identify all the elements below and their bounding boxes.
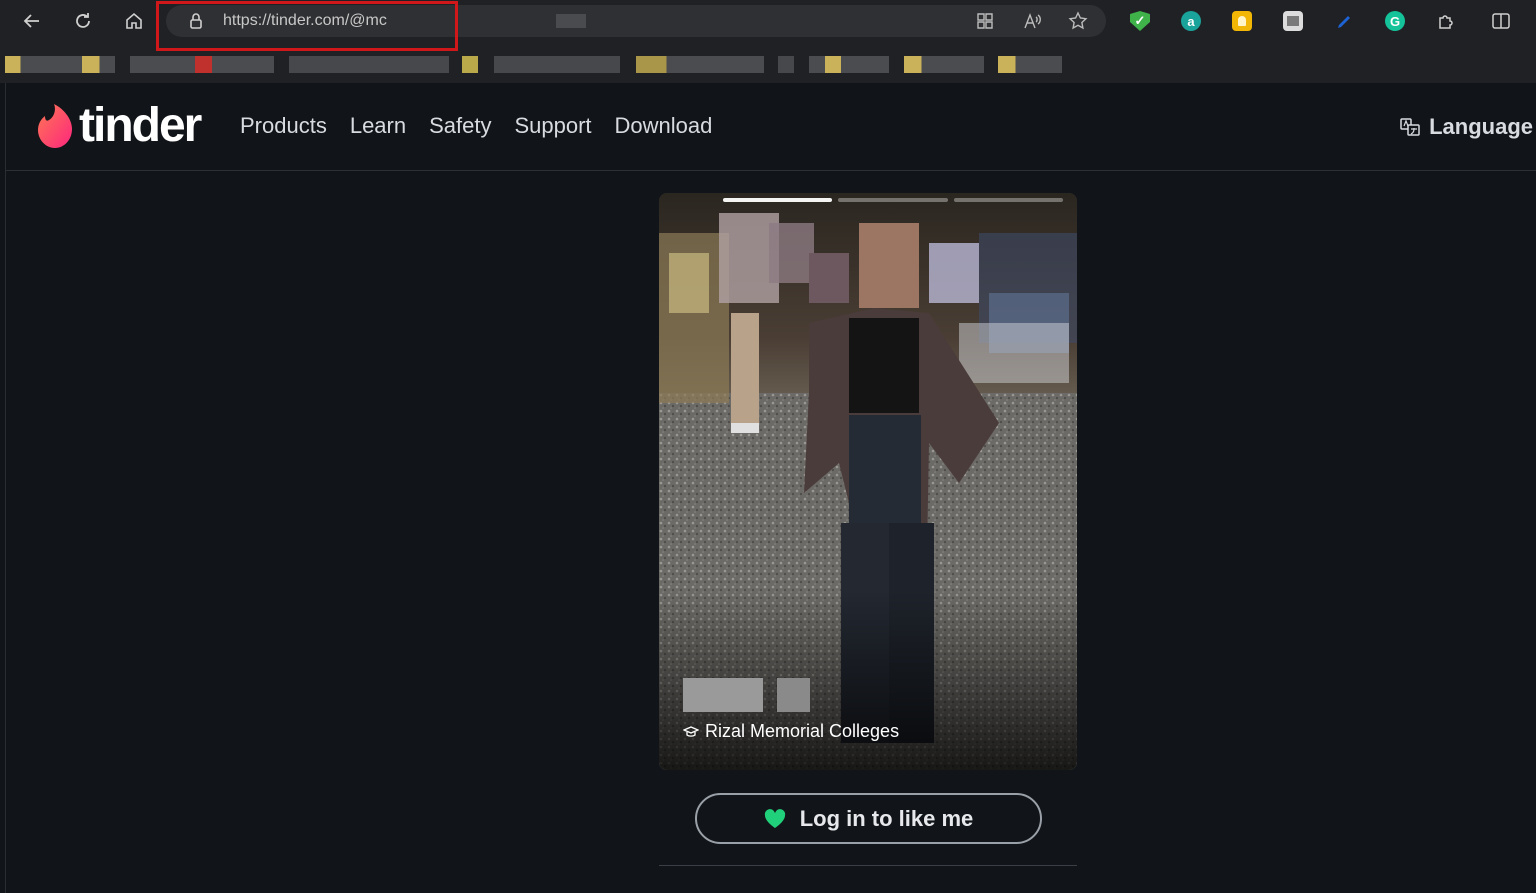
login-to-like-button[interactable]: Log in to like me: [695, 793, 1042, 844]
url-redaction: [556, 14, 586, 28]
photo-progress: [723, 198, 1063, 202]
bookmark-item[interactable]: [778, 56, 794, 73]
tinder-page: tinder Products Learn Safety Support Dow…: [5, 83, 1536, 893]
amazon-assistant-icon[interactable]: a: [1181, 11, 1201, 31]
photo-indicator[interactable]: [838, 198, 948, 202]
bookmark-item[interactable]: [130, 56, 274, 73]
photo-indicator[interactable]: [953, 198, 1063, 202]
nav-learn[interactable]: Learn: [350, 113, 406, 139]
bookmark-item[interactable]: [289, 56, 449, 73]
login-to-like-label: Log in to like me: [799, 805, 974, 831]
reload-icon: [76, 13, 90, 28]
split-screen-icon[interactable]: [1491, 11, 1511, 31]
read-aloud-icon[interactable]: [1022, 11, 1042, 31]
nav-safety[interactable]: Safety: [429, 113, 491, 139]
heart-icon: [764, 808, 785, 828]
bookmark-item[interactable]: [462, 56, 478, 73]
site-header: tinder Products Learn Safety Support Dow…: [6, 83, 1536, 171]
home-icon: [126, 12, 142, 29]
browser-chrome: https://tinder.com/@mc ✓ a G: [0, 0, 1536, 83]
nav-support[interactable]: Support: [514, 113, 591, 139]
extensions-puzzle-icon[interactable]: [1436, 11, 1456, 31]
shield-extension-icon[interactable]: ✓: [1130, 11, 1150, 31]
bookmark-item[interactable]: [5, 56, 115, 73]
tinder-logo[interactable]: tinder: [36, 99, 202, 152]
translate-icon: [1400, 118, 1420, 136]
back-icon: [23, 14, 39, 28]
age-redaction: [777, 678, 810, 712]
reload-button[interactable]: [68, 6, 98, 36]
favorite-star-icon[interactable]: [1068, 11, 1088, 31]
keep-notes-icon[interactable]: [1232, 11, 1252, 31]
bookmarks-bar: [0, 42, 1536, 76]
browser-toolbar: https://tinder.com/@mc ✓ a G: [0, 0, 1536, 51]
bookmark-item[interactable]: [904, 56, 984, 73]
tinder-wordmark: tinder: [79, 99, 202, 152]
nav-products[interactable]: Products: [240, 113, 327, 139]
bookmark-item[interactable]: [494, 56, 620, 73]
profile-card[interactable]: Rizal Memorial Colleges: [659, 193, 1077, 770]
image-extension-icon[interactable]: [1283, 11, 1303, 31]
bookmark-item[interactable]: [809, 56, 889, 73]
main-nav: Products Learn Safety Support Download: [240, 113, 712, 139]
school-info: Rizal Memorial Colleges: [683, 721, 899, 742]
home-button[interactable]: [119, 6, 149, 36]
bookmark-item[interactable]: [998, 56, 1062, 73]
pen-extension-icon[interactable]: [1334, 11, 1354, 31]
language-selector[interactable]: Language: [1399, 114, 1533, 140]
section-divider: [659, 865, 1077, 866]
name-redaction: [683, 678, 763, 712]
language-label: Language: [1429, 114, 1533, 139]
photo-indicator[interactable]: [723, 198, 833, 202]
nav-download[interactable]: Download: [615, 113, 713, 139]
bookmark-item[interactable]: [636, 56, 764, 73]
school-name: Rizal Memorial Colleges: [705, 721, 900, 741]
apps-icon[interactable]: [975, 11, 995, 31]
graduation-cap-icon: [683, 725, 699, 737]
back-button[interactable]: [17, 6, 47, 36]
grammarly-icon[interactable]: G: [1385, 11, 1405, 31]
flame-icon: [38, 104, 72, 148]
